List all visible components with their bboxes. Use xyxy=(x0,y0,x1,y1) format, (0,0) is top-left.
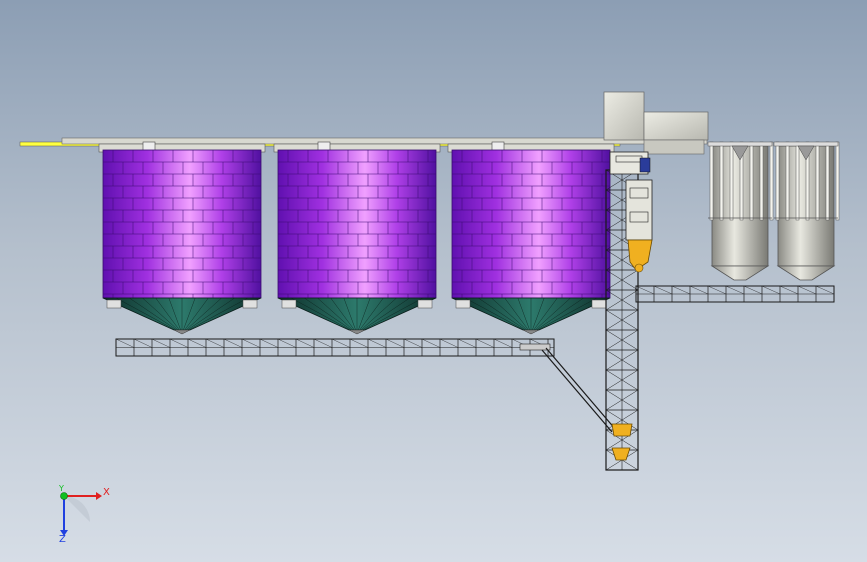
headhouse-tower xyxy=(603,91,645,141)
motor-blue xyxy=(639,157,651,173)
silo-foot xyxy=(417,299,433,309)
right-gallery-truss xyxy=(635,285,835,303)
cad-viewport[interactable]: X Y Z xyxy=(0,0,867,562)
steel-silo-cone xyxy=(710,265,770,281)
silo-foot xyxy=(242,299,258,309)
triad-shade xyxy=(64,496,90,522)
steel-silo-column xyxy=(825,141,830,221)
steel-silo-cone xyxy=(776,265,836,281)
lower-gallery-truss xyxy=(115,338,555,357)
silo-outlet xyxy=(348,329,366,335)
steel-silo-ring xyxy=(707,141,773,147)
steel-silo-column xyxy=(815,141,820,221)
inclined-conveyor xyxy=(541,347,617,433)
steel-silo-ring xyxy=(773,141,839,147)
silo-foot xyxy=(591,299,607,309)
steel-silo-column xyxy=(835,141,840,221)
z-axis-label: Z xyxy=(59,534,66,545)
right-conveyor-gallery xyxy=(635,285,835,303)
steel-silo-1 xyxy=(707,141,774,281)
silo-foot xyxy=(455,299,471,309)
steel-silo-column xyxy=(709,141,714,221)
silo-foot xyxy=(281,299,297,309)
gallery-transfer-box xyxy=(519,343,551,351)
headhouse-base xyxy=(643,139,705,155)
x-axis-arrow xyxy=(96,492,102,500)
steel-silo-column xyxy=(785,141,790,221)
silo-outlet xyxy=(173,329,191,335)
concrete-silos xyxy=(98,141,615,335)
steel-silo-column xyxy=(775,141,780,221)
elevator-equipment xyxy=(609,151,653,461)
steel-silo-column xyxy=(719,141,724,221)
steel-silo-column xyxy=(795,141,800,221)
silo-2 xyxy=(273,141,441,335)
silo-plant-model xyxy=(19,91,840,536)
steel-silo-column xyxy=(769,141,774,221)
silo-outlet xyxy=(522,329,540,335)
silo-body xyxy=(277,149,437,299)
steel-silo-2 xyxy=(773,141,840,281)
y-axis-label: Y xyxy=(59,484,64,493)
boot-pit-equipment xyxy=(611,423,633,437)
silo-body xyxy=(102,149,262,299)
steel-silo-column xyxy=(729,141,734,221)
silo-foot xyxy=(106,299,122,309)
silo-body xyxy=(451,149,611,299)
boot-pit-lower xyxy=(611,447,631,461)
silo-1 xyxy=(98,141,266,335)
steel-silo-column xyxy=(759,141,764,221)
silo-3 xyxy=(447,141,615,335)
axis-triad xyxy=(60,492,102,536)
lower-conveyor-gallery xyxy=(115,338,555,357)
x-axis-label: X xyxy=(103,487,110,498)
headhouse-annex xyxy=(643,111,709,141)
steel-silo-column xyxy=(749,141,754,221)
steel-silos xyxy=(707,141,840,281)
